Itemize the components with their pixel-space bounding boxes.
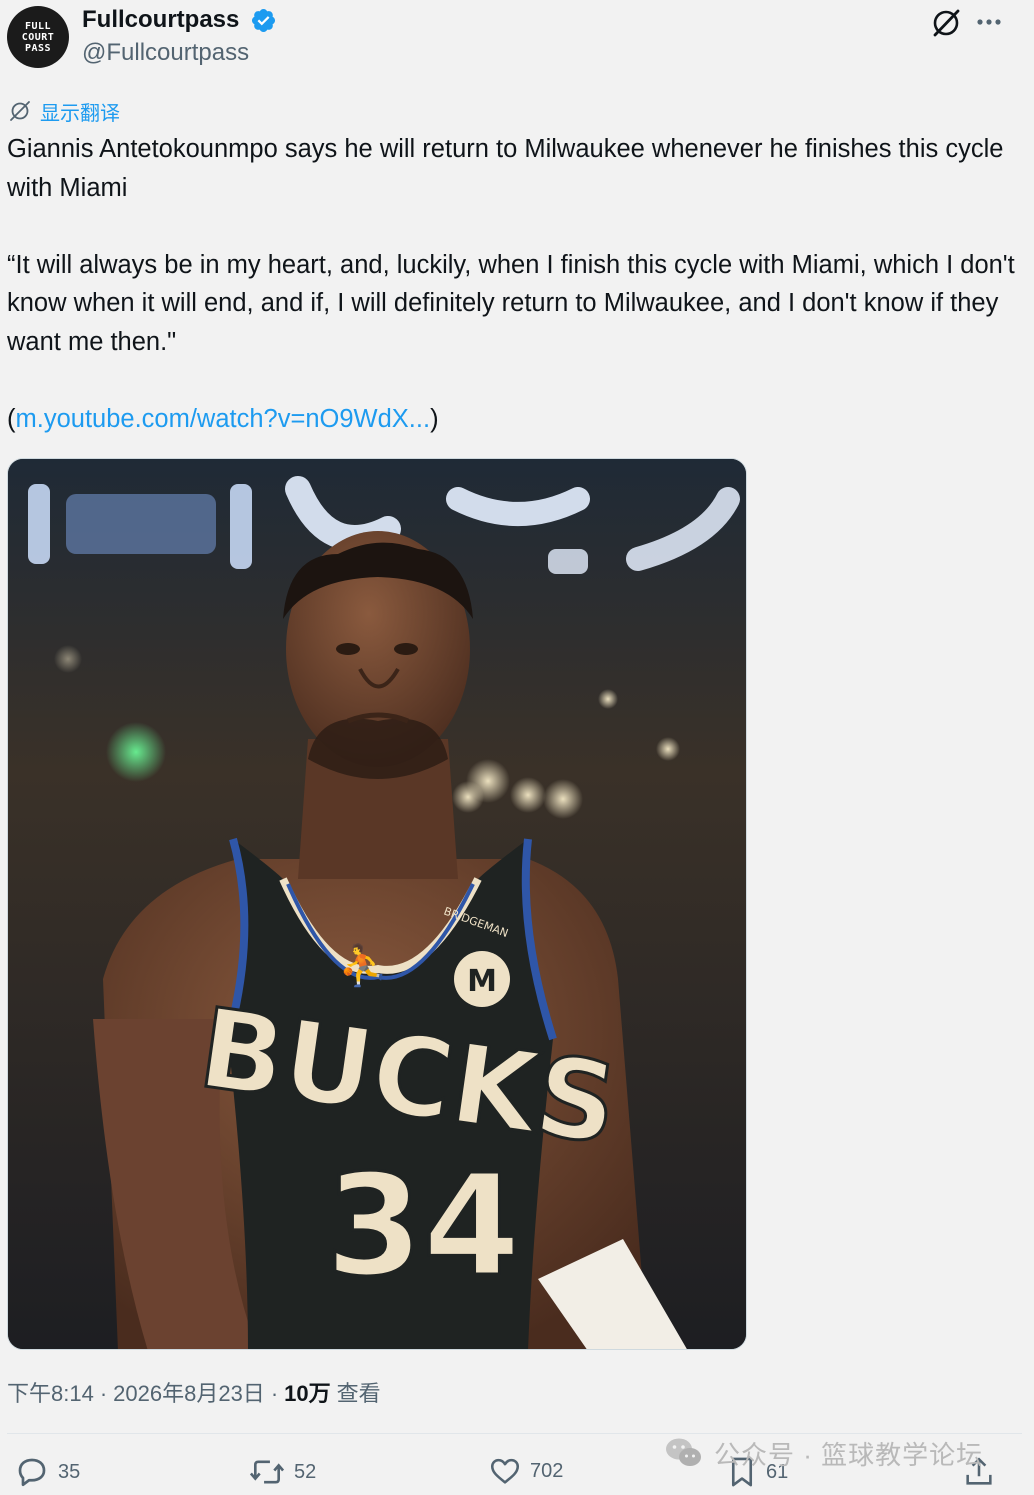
tweet-link-line: (m.youtube.com/watch?v=nO9WdX...) bbox=[7, 404, 439, 433]
avatar[interactable]: FULL COURT PASS bbox=[7, 6, 69, 68]
translate-label[interactable]: 显示翻译 bbox=[40, 97, 120, 126]
tweet-headline: Giannis Antetokounmpo says he will retur… bbox=[7, 135, 1004, 202]
translate-icon bbox=[10, 101, 30, 121]
like-icon bbox=[490, 1458, 520, 1484]
view-count: 10万 bbox=[284, 1381, 331, 1406]
tweet-date[interactable]: 2026年8月23日 bbox=[113, 1376, 265, 1408]
reply-count: 35 bbox=[58, 1460, 81, 1483]
watermark: 公众号 · 篮球教学论坛 bbox=[664, 1433, 983, 1473]
display-name[interactable]: Fullcourtpass bbox=[82, 6, 239, 34]
translate-link[interactable]: 显示翻译 bbox=[8, 97, 120, 125]
repost-button[interactable]: 52 bbox=[248, 1454, 316, 1490]
reply-button[interactable]: 35 bbox=[14, 1454, 80, 1490]
reply-icon bbox=[18, 1458, 46, 1487]
svg-text:⛹: ⛹ bbox=[338, 941, 388, 989]
svg-text:M: M bbox=[467, 964, 497, 999]
tweet-header: FULL COURT PASS Fullcourtpass @Fullcourt… bbox=[0, 0, 1034, 80]
wechat-icon bbox=[666, 1438, 701, 1466]
handle[interactable]: @Fullcourtpass bbox=[82, 39, 249, 67]
grok-icon[interactable] bbox=[929, 6, 963, 40]
more-icon[interactable] bbox=[975, 8, 1003, 36]
youtube-link[interactable]: m.youtube.com/watch?v=nO9WdX... bbox=[16, 405, 431, 433]
repost-icon bbox=[249, 1460, 285, 1484]
watermark-text: 公众号 · 篮球教学论坛 bbox=[714, 1439, 984, 1470]
tweet-time[interactable]: 下午8:14 bbox=[7, 1376, 94, 1408]
tweet-quote: “It will always be in my heart, and, luc… bbox=[7, 250, 1015, 356]
repost-count: 52 bbox=[294, 1460, 317, 1483]
tweet-photo[interactable]: ⛹ M BRIDGEMAN BUCKS 34 bbox=[7, 458, 747, 1350]
like-count: 702 bbox=[530, 1459, 564, 1482]
like-button[interactable]: 702 bbox=[488, 1454, 563, 1488]
player-photo: ⛹ M BRIDGEMAN BUCKS 34 bbox=[8, 459, 746, 1349]
avatar-logo: FULL COURT PASS bbox=[21, 20, 55, 54]
tweet-meta: 下午8:14 · 2026年8月23日 · 10万 查看 bbox=[7, 1376, 381, 1408]
tweet-text: Giannis Antetokounmpo says he will retur… bbox=[7, 130, 1022, 438]
separator: · bbox=[270, 1381, 279, 1406]
verified-badge-icon bbox=[251, 8, 276, 33]
view-label: 查看 bbox=[336, 1381, 381, 1406]
jersey-number: 34 bbox=[326, 1145, 521, 1308]
separator: · bbox=[99, 1381, 108, 1406]
